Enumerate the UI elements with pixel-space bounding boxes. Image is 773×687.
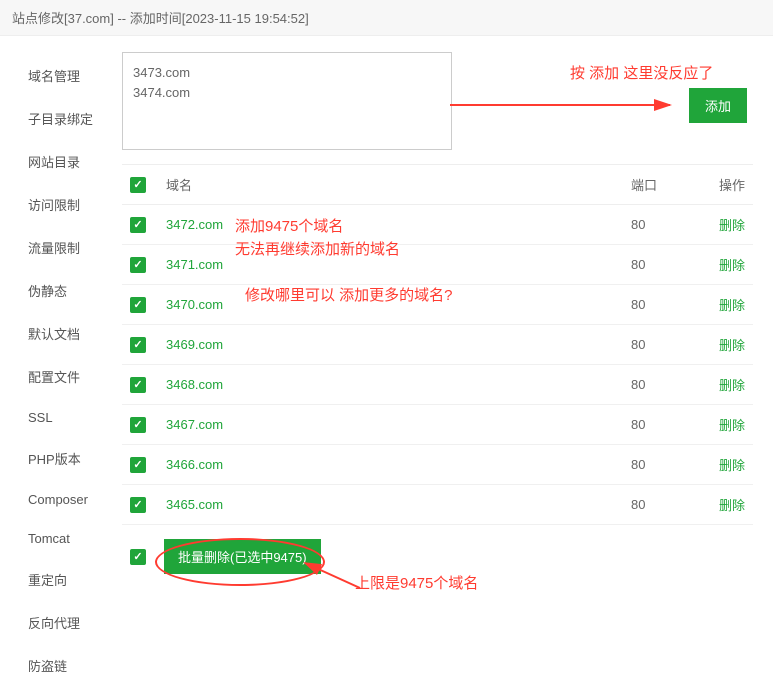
- port-cell: 80: [623, 325, 693, 365]
- delete-link[interactable]: 删除: [719, 418, 745, 433]
- sidebar-item[interactable]: 访问限制: [0, 183, 110, 226]
- table-row: 3466.com 80 删除: [122, 445, 753, 485]
- table-row: 3467.com 80 删除: [122, 405, 753, 445]
- sidebar-item[interactable]: PHP版本: [0, 437, 110, 480]
- sidebar-item[interactable]: 反向代理: [0, 601, 110, 644]
- sidebar-item[interactable]: Composer: [0, 480, 110, 519]
- batch-delete-button[interactable]: 批量删除(已选中9475): [164, 539, 321, 574]
- port-cell: 80: [623, 445, 693, 485]
- table-row: 3472.com 80 删除: [122, 205, 753, 245]
- sidebar-item[interactable]: 防盗链: [0, 644, 110, 687]
- row-checkbox[interactable]: [130, 457, 146, 473]
- row-checkbox[interactable]: [130, 417, 146, 433]
- sidebar-item[interactable]: SSL: [0, 398, 110, 437]
- select-all-checkbox[interactable]: [130, 177, 146, 193]
- col-action: 操作: [693, 165, 753, 205]
- main-panel: 添加 域名 端口 操作 3472.com80删除3471.com80删除3470…: [110, 36, 773, 628]
- batch-checkbox[interactable]: [130, 549, 146, 565]
- port-cell: 80: [623, 485, 693, 525]
- window-title: 站点修改[37.com] -- 添加时间[2023-11-15 19:54:52…: [0, 0, 773, 36]
- delete-link[interactable]: 删除: [719, 258, 745, 273]
- sidebar-item[interactable]: 子目录绑定: [0, 97, 110, 140]
- delete-link[interactable]: 删除: [719, 218, 745, 233]
- sidebar-item[interactable]: 流量限制: [0, 226, 110, 269]
- row-checkbox[interactable]: [130, 377, 146, 393]
- domain-textarea[interactable]: [122, 52, 452, 150]
- sidebar-item[interactable]: 域名管理: [0, 54, 110, 97]
- row-checkbox[interactable]: [130, 497, 146, 513]
- port-cell: 80: [623, 405, 693, 445]
- col-domain: 域名: [158, 165, 623, 205]
- delete-link[interactable]: 删除: [719, 378, 745, 393]
- sidebar-item[interactable]: 重定向: [0, 558, 110, 601]
- domain-link[interactable]: 3468.com: [166, 377, 223, 392]
- delete-link[interactable]: 删除: [719, 498, 745, 513]
- port-cell: 80: [623, 285, 693, 325]
- row-checkbox[interactable]: [130, 217, 146, 233]
- delete-link[interactable]: 删除: [719, 458, 745, 473]
- col-port: 端口: [623, 165, 693, 205]
- port-cell: 80: [623, 245, 693, 285]
- table-row: 3469.com 80 删除: [122, 325, 753, 365]
- delete-link[interactable]: 删除: [719, 298, 745, 313]
- domain-link[interactable]: 3470.com: [166, 297, 223, 312]
- table-row: 3470.com 80 删除: [122, 285, 753, 325]
- table-row: 3468.com 80 删除: [122, 365, 753, 405]
- domain-link[interactable]: 3469.com: [166, 337, 223, 352]
- table-row: 3465.com 80 删除: [122, 485, 753, 525]
- sidebar-item[interactable]: 默认文档: [0, 312, 110, 355]
- domain-link[interactable]: 3472.com: [166, 217, 223, 232]
- row-checkbox[interactable]: [130, 337, 146, 353]
- domain-link[interactable]: 3465.com: [166, 497, 223, 512]
- domain-link[interactable]: 3466.com: [166, 457, 223, 472]
- table-row: 3471.com 80 删除: [122, 245, 753, 285]
- domain-link[interactable]: 3471.com: [166, 257, 223, 272]
- port-cell: 80: [623, 205, 693, 245]
- domain-link[interactable]: 3467.com: [166, 417, 223, 432]
- add-button[interactable]: 添加: [689, 88, 747, 123]
- sidebar-item[interactable]: 伪静态: [0, 269, 110, 312]
- port-cell: 80: [623, 365, 693, 405]
- sidebar-item[interactable]: 网站目录: [0, 140, 110, 183]
- sidebar-item[interactable]: Tomcat: [0, 519, 110, 558]
- sidebar: 域名管理子目录绑定网站目录访问限制流量限制伪静态默认文档配置文件SSLPHP版本…: [0, 36, 110, 628]
- row-checkbox[interactable]: [130, 257, 146, 273]
- sidebar-item[interactable]: 配置文件: [0, 355, 110, 398]
- delete-link[interactable]: 删除: [719, 338, 745, 353]
- row-checkbox[interactable]: [130, 297, 146, 313]
